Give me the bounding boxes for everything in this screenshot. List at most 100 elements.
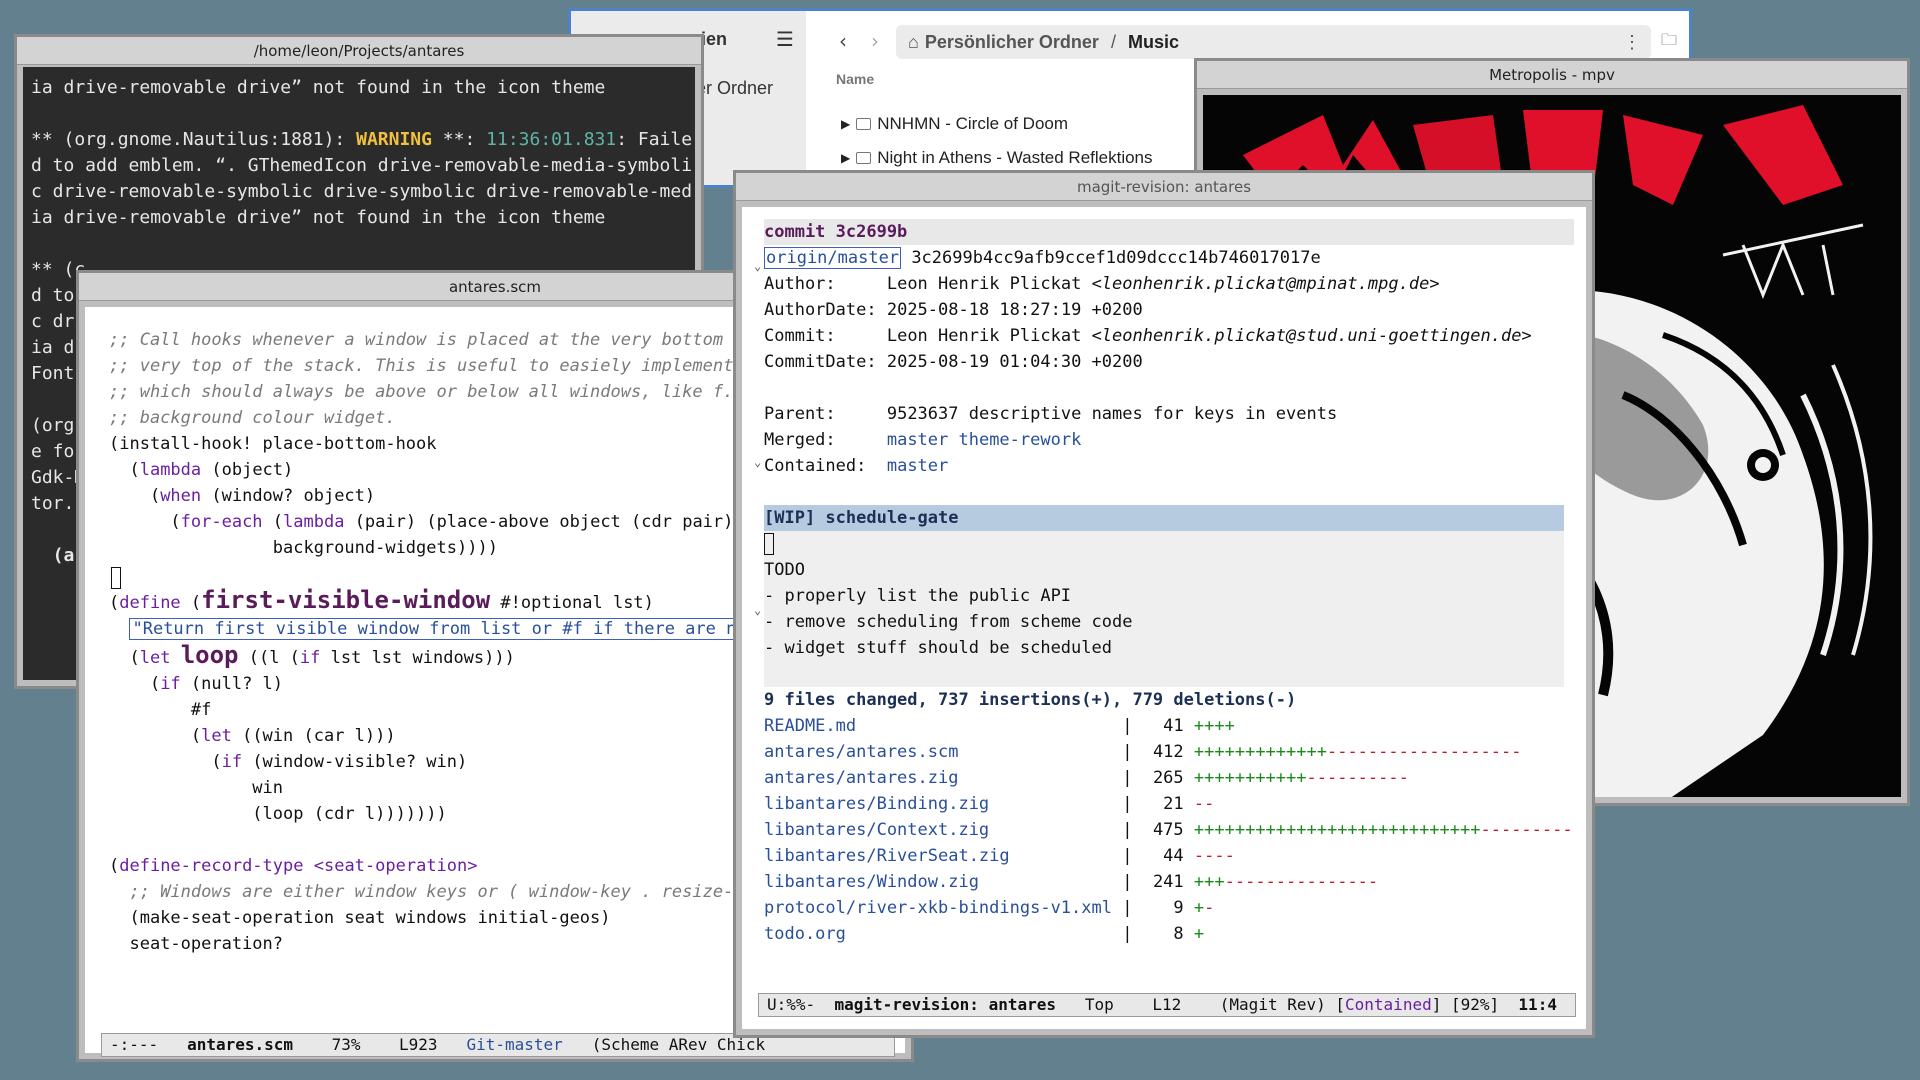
changed-file-name[interactable]: libantares/RiverSeat.zig [764, 846, 1010, 866]
committer-name: Leon Henrik Plickat [886, 326, 1082, 346]
insertions-bar: + [1193, 924, 1205, 944]
window-title: magit-revision: antares [1076, 177, 1252, 196]
insertions-bar: +++ [1193, 872, 1225, 892]
text-cursor [111, 567, 121, 589]
commit-message-body: TODO - properly list the public API - re… [764, 531, 1564, 687]
terminal-titlebar[interactable]: /home/leon/Projects/antares [17, 37, 701, 65]
changed-file-name[interactable]: README.md [764, 716, 856, 736]
more-options-icon[interactable]: ⋮ [1623, 32, 1641, 53]
warning-label: WARNING [356, 129, 432, 150]
home-icon: ⌂ [908, 31, 919, 52]
back-arrow-icon[interactable]: ‹ [839, 29, 847, 53]
terminal-line: ** (org.gnome.Nautilus:1881): WARNING **… [31, 129, 693, 150]
diffstat-row[interactable]: README.md | 41 ++++ [764, 716, 1235, 736]
scheme-code[interactable]: ;; Call hooks whenever a window is place… [109, 319, 760, 957]
change-count: 44 [1163, 846, 1184, 866]
window-title: antares.scm [448, 277, 542, 296]
list-item[interactable]: ▶ NNHMN - Circle of Doom [841, 114, 1068, 134]
scroll-percent: 73% [331, 1035, 361, 1054]
deletions-bar: ---- [1193, 846, 1235, 866]
sidebar-item-home[interactable]: er Ordner [696, 78, 773, 99]
mpv-titlebar[interactable]: Metropolis - mpv [1197, 61, 1907, 89]
file-name: NNHMN - Circle of Doom [877, 114, 1069, 133]
list-item[interactable]: ▶ Night in Athens - Wasted Reflektions [841, 148, 1153, 168]
hamburger-menu-icon[interactable]: ☰ [776, 27, 794, 51]
diffstat-row[interactable]: protocol/river-xkb-bindings-v1.xml | 9 +… [764, 898, 1214, 918]
commit-summary[interactable]: [WIP] schedule-gate [764, 505, 1564, 531]
collapse-chevron-icon[interactable]: ⌄ [754, 603, 761, 617]
changed-file-name[interactable]: libantares/Context.zig [764, 820, 989, 840]
changed-file-name[interactable]: antares/antares.zig [764, 768, 958, 788]
change-count: 265 [1152, 768, 1184, 788]
deletions-bar: ---------- [1306, 768, 1409, 788]
author-email: <leonhenrik.plickat@mpinat.mpg.de> [1091, 274, 1440, 294]
folder-icon [856, 152, 872, 164]
path-bar[interactable]: ⌂ Persönlicher Ordner / Music ⋮ [896, 25, 1651, 59]
text-cursor [764, 533, 774, 555]
magit-modeline[interactable]: U:%%- magit-revision: antares Top L12 (M… [758, 993, 1576, 1017]
change-count: 241 [1152, 872, 1184, 892]
change-count: 9 [1173, 898, 1184, 918]
change-count: 21 [1163, 794, 1184, 814]
insertions-bar: ++++ [1193, 716, 1235, 736]
author-name: Leon Henrik Plickat [886, 274, 1082, 294]
merged-branches[interactable]: master theme-rework [887, 430, 1081, 450]
deletions-bar: ------------------- [1326, 742, 1522, 762]
deletions-bar: --------- [1480, 820, 1573, 840]
terminal-line: ia drive-removable drive” not found in t… [31, 207, 606, 228]
magit-content[interactable]: commit 3c2699b origin/master 3c2699b4cc9… [764, 219, 1574, 947]
parent-hash[interactable]: 9523637 [887, 404, 959, 424]
terminal-line: d to add emblem. “. GThemedIcon drive-re… [31, 155, 693, 176]
changed-file-name[interactable]: protocol/river-xkb-bindings-v1.xml [764, 898, 1112, 918]
contained-branches[interactable]: master [887, 456, 948, 476]
line-number: L923 [399, 1035, 438, 1054]
diffstat-header[interactable]: 9 files changed, 737 insertions(+), 779 … [764, 690, 1296, 710]
folder-icon [856, 118, 872, 130]
window-title: Metropolis - mpv [1489, 65, 1615, 84]
diffstat-row[interactable]: libantares/Window.zig | 241 +++---------… [764, 872, 1378, 892]
column-header-name[interactable]: Name [836, 71, 874, 87]
change-count: 41 [1163, 716, 1184, 736]
collapse-chevron-icon[interactable]: ⌄ [754, 259, 761, 273]
changed-file-name[interactable]: antares/antares.scm [764, 742, 958, 762]
deletions-bar: --------------- [1224, 872, 1379, 892]
diffstat-row[interactable]: todo.org | 8 + [764, 924, 1204, 944]
search-folder-icon[interactable]: 🗀 [1661, 29, 1677, 56]
expand-arrow-icon[interactable]: ▶ [841, 117, 850, 131]
changed-file-name[interactable]: libantares/Binding.zig [764, 794, 989, 814]
collapse-chevron-icon[interactable]: ⌄ [754, 455, 761, 469]
path-home[interactable]: Persönlicher Ordner [925, 32, 1099, 53]
magit-window[interactable]: magit-revision: antares commit 3c2699b o… [733, 170, 1595, 1038]
diffstat-row[interactable]: antares/antares.zig | 265 +++++++++++---… [764, 768, 1409, 788]
deletions-bar: -- [1193, 794, 1215, 814]
expand-arrow-icon[interactable]: ▶ [841, 151, 850, 165]
buffer-name: magit-revision: antares [834, 995, 1056, 1014]
ref-origin-master[interactable]: origin/master [764, 247, 902, 269]
path-separator: / [1110, 31, 1116, 52]
diffstat-row[interactable]: antares/antares.scm | 412 +++++++++++++-… [764, 742, 1521, 762]
magit-buffer[interactable]: commit 3c2699b origin/master 3c2699b4cc9… [742, 207, 1586, 1029]
commit-header: commit 3c2699b [764, 219, 1574, 245]
magit-titlebar[interactable]: magit-revision: antares [736, 173, 1592, 201]
insertions-bar: +++++++++++ [1193, 768, 1307, 788]
insertions-bar: ++++++++++++++++++++++++++++ [1193, 820, 1481, 840]
diffstat-row[interactable]: libantares/Context.zig | 475 +++++++++++… [764, 820, 1573, 840]
committer-email: <leonhenrik.plickat@stud.uni-goettingen.… [1091, 326, 1532, 346]
buffer-name: antares.scm [187, 1035, 294, 1054]
changed-file-name[interactable]: todo.org [764, 924, 846, 944]
changed-file-name[interactable]: libantares/Window.zig [764, 872, 979, 892]
diffstat-row[interactable]: libantares/RiverSeat.zig | 44 ---- [764, 846, 1235, 866]
diffstat-row[interactable]: libantares/Binding.zig | 21 -- [764, 794, 1214, 814]
terminal-line: c drive-removable-symbolic drive-symboli… [31, 181, 693, 202]
parent-message: descriptive names for keys in events [968, 404, 1338, 424]
timestamp: 11:36:01.831 [486, 129, 617, 150]
path-current[interactable]: Music [1128, 32, 1179, 53]
deletions-bar: - [1204, 898, 1215, 918]
vc-branch[interactable]: Git-master [466, 1035, 562, 1054]
change-count: 412 [1152, 742, 1184, 762]
forward-arrow-icon[interactable]: › [871, 29, 879, 53]
file-name: Night in Athens - Wasted Reflektions [877, 148, 1153, 167]
terminal-line: ia drive-removable drive” not found in t… [31, 77, 606, 98]
